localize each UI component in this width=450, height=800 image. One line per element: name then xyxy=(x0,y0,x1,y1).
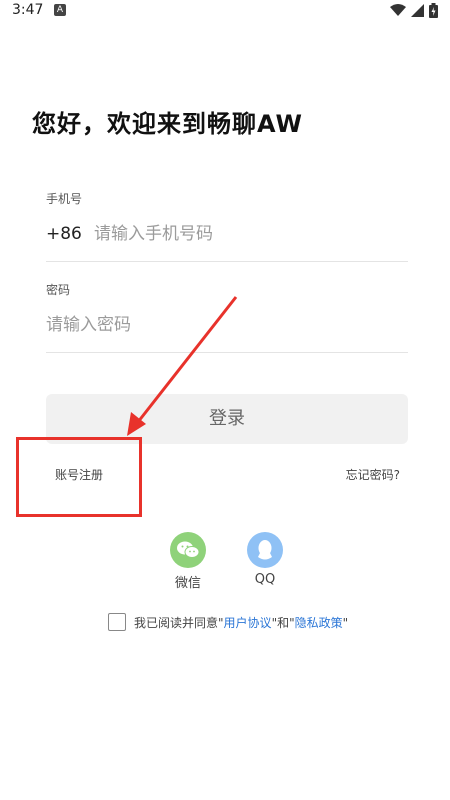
agreement-checkbox[interactable] xyxy=(108,613,126,631)
battery-icon xyxy=(429,3,438,18)
forgot-password-link[interactable]: 忘记密码? xyxy=(346,466,400,483)
privacy-policy-link[interactable]: 隐私政策 xyxy=(295,616,343,630)
qq-login[interactable]: QQ xyxy=(235,532,295,587)
wechat-icon[interactable] xyxy=(170,532,206,568)
qq-label: QQ xyxy=(254,572,276,587)
agreement-text: 我已阅读并同意"用户协议"和"隐私政策" xyxy=(134,614,348,631)
password-label: 密码 xyxy=(46,283,71,297)
signal-icon xyxy=(411,4,424,17)
wechat-label: 微信 xyxy=(174,576,201,591)
agreement-prefix: 我已阅读并同意 xyxy=(134,615,219,630)
phone-label: 手机号 xyxy=(46,192,83,206)
qq-icon[interactable] xyxy=(247,532,283,568)
country-code-selector[interactable]: +86 xyxy=(46,224,82,244)
quote-close-2: " xyxy=(342,615,349,630)
agreement-row: 我已阅读并同意"用户协议"和"隐私政策" xyxy=(108,613,348,631)
wechat-login[interactable]: 微信 xyxy=(158,532,218,591)
wifi-icon xyxy=(390,4,406,16)
password-divider xyxy=(46,352,408,353)
annotation-highlight-box xyxy=(16,437,142,517)
phone-divider xyxy=(46,261,408,262)
phone-input[interactable] xyxy=(94,220,404,248)
status-icons xyxy=(390,3,438,18)
status-time: 3:47 xyxy=(12,2,44,18)
user-agreement-link[interactable]: 用户协议 xyxy=(224,616,272,630)
password-input[interactable] xyxy=(46,311,404,339)
agreement-and: 和 xyxy=(277,615,290,630)
status-bar: 3:47 A xyxy=(0,0,450,22)
notification-icon: A xyxy=(54,4,66,16)
page-title: 您好，欢迎来到畅聊AW xyxy=(32,110,303,138)
